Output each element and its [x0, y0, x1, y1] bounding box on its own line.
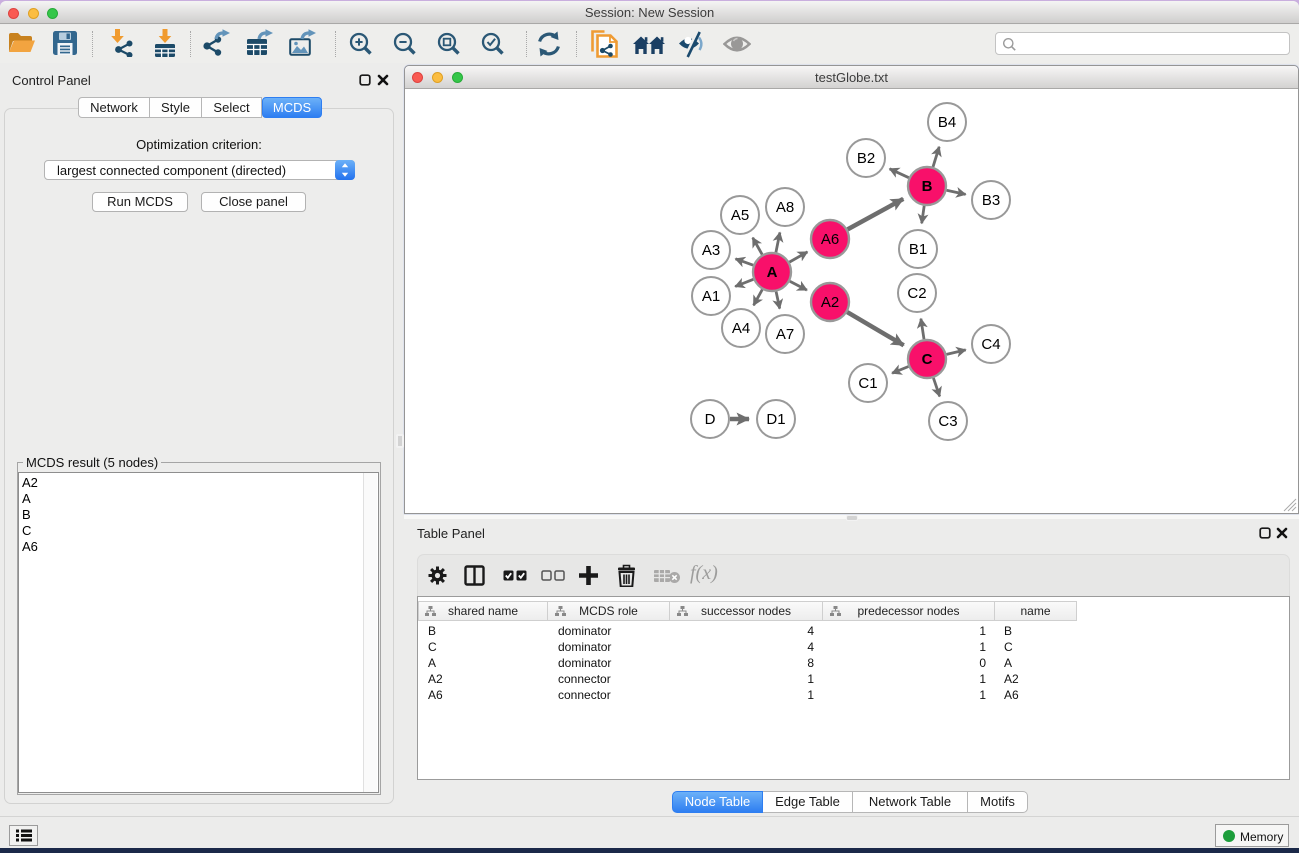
svg-text:A5: A5	[731, 207, 749, 224]
svg-text:C1: C1	[858, 375, 877, 392]
svg-text:A6: A6	[821, 231, 839, 248]
svg-text:A1: A1	[702, 288, 720, 305]
svg-text:D: D	[705, 411, 716, 428]
svg-text:B: B	[922, 178, 933, 195]
svg-text:C: C	[922, 351, 933, 368]
svg-text:C2: C2	[907, 285, 926, 302]
svg-text:A: A	[767, 264, 778, 281]
svg-text:D1: D1	[766, 411, 785, 428]
svg-text:B2: B2	[857, 150, 875, 167]
svg-text:A8: A8	[776, 199, 794, 216]
svg-text:B1: B1	[909, 241, 927, 258]
svg-text:C4: C4	[981, 336, 1000, 353]
svg-text:B4: B4	[938, 114, 956, 131]
svg-text:A4: A4	[732, 320, 750, 337]
svg-text:A2: A2	[821, 294, 839, 311]
svg-text:A7: A7	[776, 326, 794, 343]
svg-text:A3: A3	[702, 242, 720, 259]
svg-text:B3: B3	[982, 192, 1000, 209]
svg-text:C3: C3	[938, 413, 957, 430]
